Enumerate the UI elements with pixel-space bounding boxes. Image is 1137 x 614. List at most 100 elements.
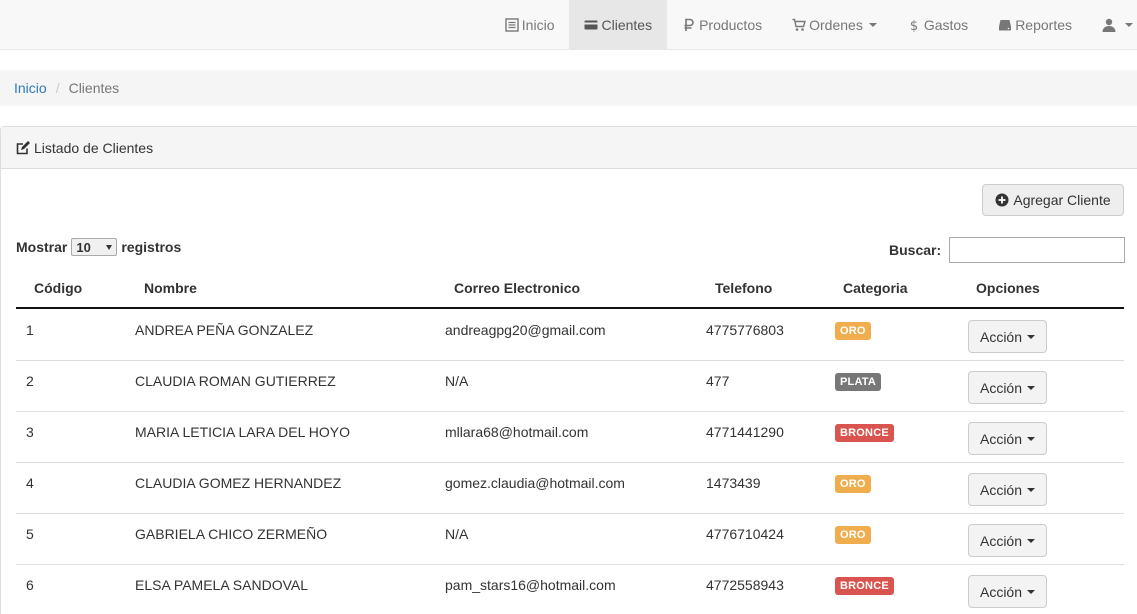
edit-icon: [16, 140, 30, 155]
cell-email: N/A: [445, 373, 469, 389]
table-row: 3 MARIA LETICIA LARA DEL HOYO mllara68@hot…: [16, 412, 1124, 463]
action-label: Acción: [979, 481, 1023, 498]
breadcrumb-current: Clientes: [68, 80, 120, 96]
show-label: Mostrar: [16, 239, 68, 255]
cell-code: 6: [26, 577, 34, 593]
nav-item-clientes[interactable]: Clientes: [569, 0, 668, 49]
add-client-label: Agregar Cliente: [1013, 192, 1111, 208]
nav-item-gastos[interactable]: $ Gastos: [892, 0, 983, 49]
user-icon: [1102, 18, 1116, 32]
column-header-email[interactable]: Correo Electronico: [454, 280, 580, 296]
category-badge: ORO: [835, 322, 871, 340]
cell-code: 1: [26, 322, 34, 338]
add-client-button[interactable]: Agregar Cliente: [982, 184, 1124, 216]
page-length-control: Mostrar 10 registros: [16, 238, 181, 256]
action-dropdown-button[interactable]: Acción: [968, 524, 1047, 557]
search-label: Buscar:: [889, 242, 942, 258]
table-row: 4 CLAUDIA GOMEZ HERNANDEZ gomez.claudia@ho…: [16, 463, 1124, 514]
svg-text:$: $: [910, 19, 918, 32]
page-size-value: 10: [76, 239, 91, 255]
nav-item-inicio[interactable]: Inicio: [490, 0, 570, 49]
cell-email: andreagpg20@gmail.com: [445, 322, 606, 338]
column-header-code[interactable]: Código: [34, 280, 82, 296]
category-badge: BRONCE: [835, 577, 894, 595]
nav-item-label: Inicio: [521, 16, 555, 33]
hdd-icon: [998, 18, 1012, 32]
nav-item-label: Gastos: [923, 16, 969, 33]
main-nav: Inicio Clientes Productos Ordenes $ Gast…: [490, 0, 1137, 49]
column-header-name[interactable]: Nombre: [144, 280, 197, 296]
nav-item-productos[interactable]: Productos: [667, 0, 777, 49]
action-dropdown-button[interactable]: Acción: [968, 371, 1047, 404]
action-label: Acción: [979, 379, 1023, 396]
ruble-icon: [682, 18, 696, 32]
cell-email: N/A: [445, 526, 469, 542]
chevron-down-icon: [1027, 487, 1036, 492]
cell-name: ANDREA PEÑA GONZALEZ: [135, 322, 314, 338]
cell-phone: 4772558943: [706, 577, 784, 593]
breadcrumb: Inicio / Clientes: [0, 70, 1137, 106]
chevron-down-icon: [106, 244, 113, 250]
column-header-options: Opciones: [976, 280, 1040, 296]
chevron-down-icon: [1027, 334, 1036, 339]
cell-code: 4: [26, 475, 34, 491]
cell-phone: 477: [706, 373, 730, 389]
chevron-down-icon: [1027, 589, 1036, 594]
nav-user-menu[interactable]: [1087, 0, 1137, 49]
cell-name: MARIA LETICIA LARA DEL HOYO: [135, 424, 350, 440]
cell-name: CLAUDIA GOMEZ HERNANDEZ: [135, 475, 342, 491]
cell-email: pam_stars16@hotmail.com: [445, 577, 616, 593]
page-size-select[interactable]: 10: [71, 238, 118, 256]
action-dropdown-button[interactable]: Acción: [968, 320, 1047, 353]
nav-item-label: Ordenes: [809, 16, 863, 33]
category-badge: BRONCE: [835, 424, 894, 442]
cell-email: mllara68@hotmail.com: [445, 424, 589, 440]
nav-item-ordenes[interactable]: Ordenes: [777, 0, 892, 49]
cell-code: 5: [26, 526, 34, 542]
cell-phone: 4771441290: [706, 424, 784, 440]
action-dropdown-button[interactable]: Acción: [968, 575, 1047, 608]
cell-phone: 4775776803: [706, 322, 784, 338]
action-label: Acción: [979, 532, 1023, 549]
chevron-down-icon: [1027, 538, 1036, 543]
chevron-down-icon: [1125, 22, 1133, 27]
nav-item-label: Clientes: [601, 16, 653, 33]
credit-card-icon: [584, 18, 598, 32]
cell-code: 2: [26, 373, 34, 389]
category-badge: PLATA: [835, 373, 882, 391]
action-label: Acción: [979, 328, 1023, 345]
table-header: Código Nombre Correo Electronico Telefon…: [16, 268, 1124, 309]
category-badge: ORO: [835, 526, 871, 544]
breadcrumb-home-link[interactable]: Inicio: [14, 80, 47, 96]
table-row: 2 CLAUDIA ROMAN GUTIERREZ N/A 477 PLATA Acció…: [16, 361, 1124, 412]
shopping-cart-icon: [792, 18, 807, 32]
chevron-down-icon: [868, 22, 877, 27]
cell-name: GABRIELA CHICO ZERMEÑO: [135, 526, 328, 542]
records-label: registros: [121, 239, 182, 255]
nav-item-label: Reportes: [1015, 16, 1072, 33]
cell-name: ELSA PAMELA SANDOVAL: [135, 577, 309, 593]
action-dropdown-button[interactable]: Acción: [968, 473, 1047, 506]
column-header-phone[interactable]: Telefono: [715, 280, 772, 296]
action-label: Acción: [979, 583, 1023, 600]
search-control: Buscar:: [889, 237, 1126, 263]
chevron-down-icon: [1027, 385, 1036, 390]
cell-phone: 1473439: [706, 475, 761, 491]
cell-name: CLAUDIA ROMAN GUTIERREZ: [135, 373, 336, 389]
nav-item-label: Productos: [699, 16, 763, 33]
table-row: 5 GABRIELA CHICO ZERMEÑO N/A 4776710424 ORO A…: [16, 514, 1124, 565]
cell-code: 3: [26, 424, 34, 440]
action-dropdown-button[interactable]: Acción: [968, 422, 1047, 455]
nav-item-reportes[interactable]: Reportes: [983, 0, 1087, 49]
table-row: 6 ELSA PAMELA SANDOVAL pam_stars16@hotmail…: [16, 565, 1124, 614]
plus-circle-icon: [995, 193, 1009, 207]
category-badge: ORO: [835, 475, 871, 493]
top-navbar: Inicio Clientes Productos Ordenes $ Gast…: [0, 0, 1137, 50]
chevron-down-icon: [1027, 436, 1036, 441]
list-alt-icon: [505, 17, 519, 32]
breadcrumb-separator: /: [55, 80, 60, 96]
search-input[interactable]: [949, 237, 1126, 263]
action-label: Acción: [979, 430, 1023, 447]
cell-email: gomez.claudia@hotmail.com: [445, 475, 625, 491]
column-header-category[interactable]: Categoria: [843, 280, 908, 296]
